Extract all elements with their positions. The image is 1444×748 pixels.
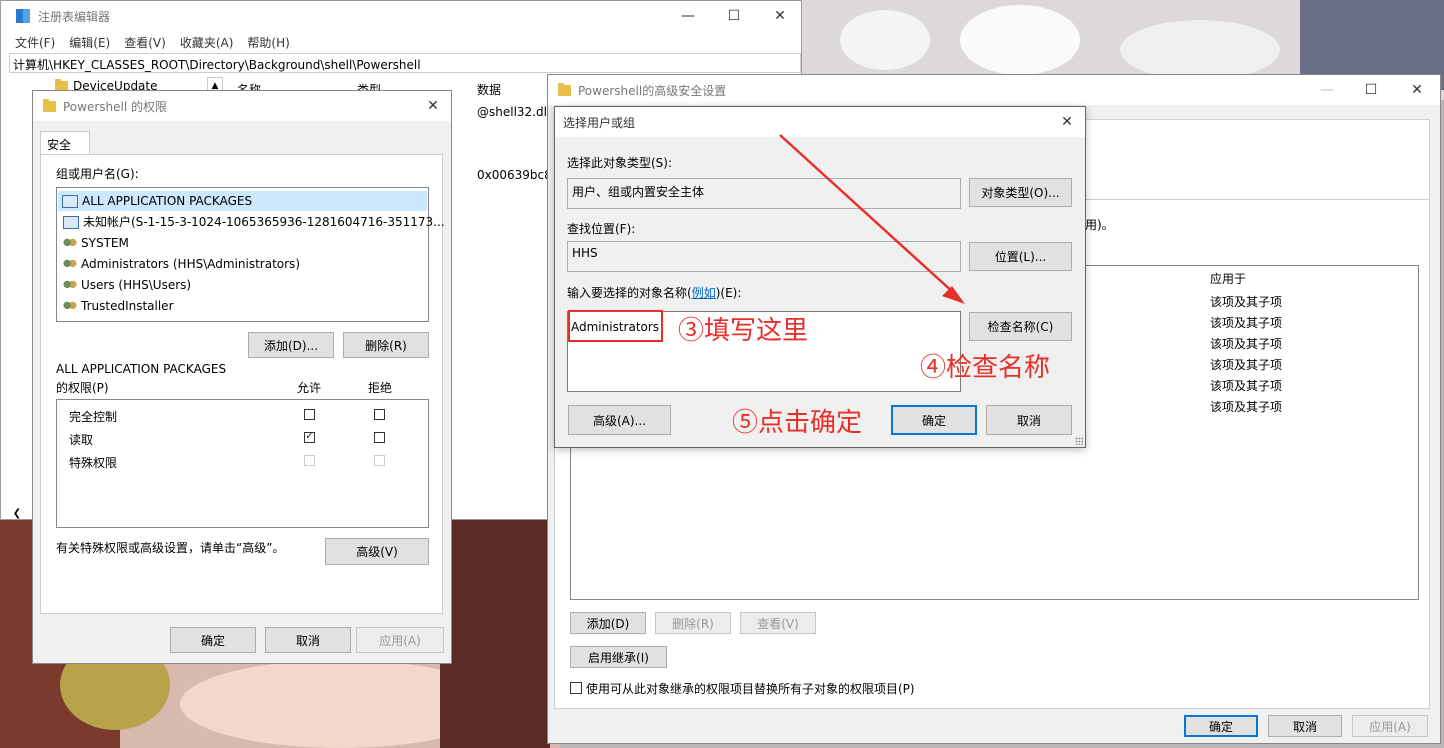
annotation-arrow: [779, 134, 965, 304]
